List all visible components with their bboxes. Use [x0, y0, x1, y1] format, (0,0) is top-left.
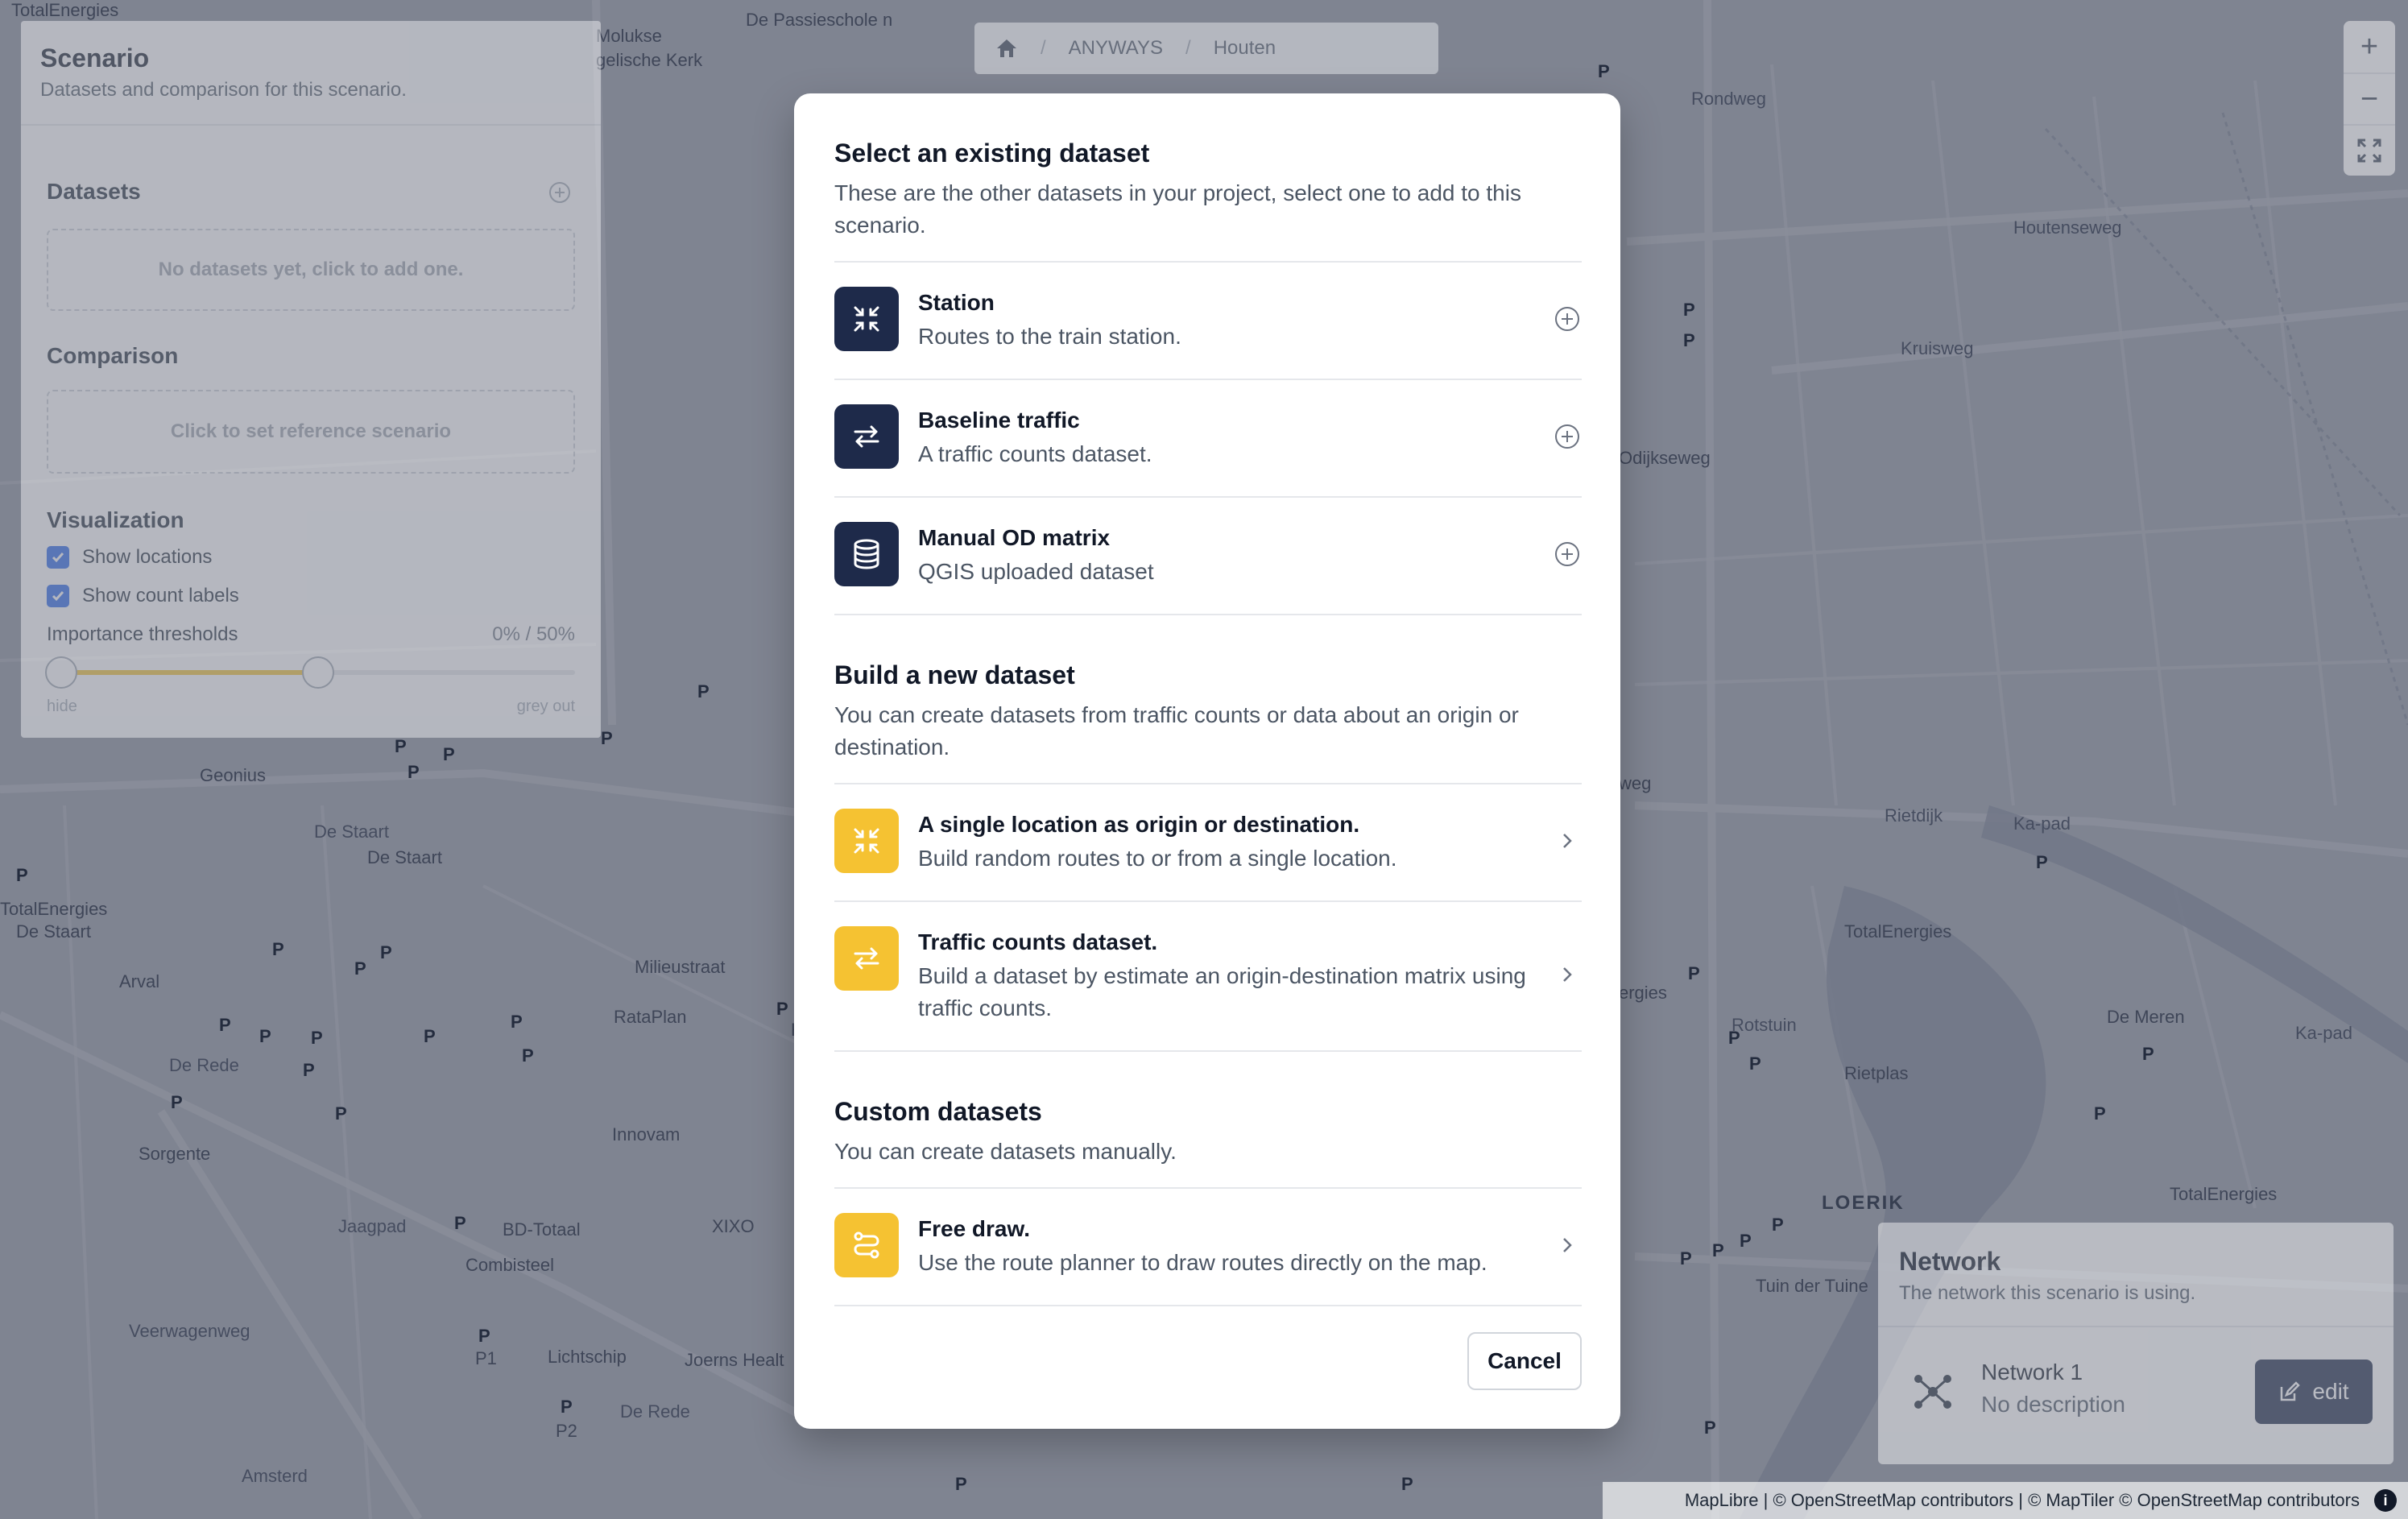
add-dataset-button[interactable]: [1553, 422, 1582, 451]
comparison-title: Comparison: [47, 343, 179, 368]
importance-slider-fill: [61, 670, 318, 675]
zoom-out-button[interactable]: −: [2344, 72, 2395, 124]
cancel-button[interactable]: Cancel: [1467, 1332, 1582, 1390]
edit-network-button[interactable]: edit: [2255, 1360, 2373, 1424]
divider: [21, 124, 601, 126]
network-graph-icon: [1914, 1375, 1951, 1409]
dataset-icon-tile: [834, 522, 899, 586]
option-description: Build a dataset by estimate an origin-de…: [918, 963, 1526, 1020]
scenario-panel: Scenario Datasets and comparison for thi…: [21, 21, 601, 738]
build-dataset-heading: Build a new dataset: [834, 660, 1075, 689]
custom-dataset-heading: Custom datasets: [834, 1097, 1042, 1126]
chevron-right-icon: [1553, 960, 1582, 989]
importance-slider-high-handle[interactable]: [302, 656, 334, 689]
option-title: Free draw.: [918, 1216, 1031, 1241]
option-icon-tile: [834, 926, 899, 991]
plus-circle-icon: [1555, 307, 1579, 331]
build-dataset-description: You can create datasets from traffic cou…: [834, 702, 1519, 760]
attribution-text[interactable]: MapLibre | © OpenStreetMap contributors …: [1685, 1490, 2360, 1511]
collapse-arrows-icon: [854, 306, 879, 332]
dataset-title: Baseline traffic: [918, 408, 1080, 433]
datasets-title: Datasets: [47, 179, 141, 204]
slider-min-label: hide: [47, 697, 77, 715]
route-icon: [854, 1231, 879, 1259]
build-option-traffic-counts[interactable]: Traffic counts dataset. Build a dataset …: [834, 900, 1582, 1050]
divider: [834, 1305, 1582, 1306]
network-subtitle: The network this scenario is using.: [1899, 1282, 2196, 1304]
divider: [1878, 1326, 2394, 1327]
datasets-empty-dropzone[interactable]: No datasets yet, click to add one.: [47, 229, 575, 311]
dataset-icon-tile: [834, 404, 899, 469]
option-title: Traffic counts dataset.: [918, 929, 1158, 954]
edit-icon: [2281, 1381, 2301, 1401]
swap-arrows-icon: [854, 947, 879, 970]
show-locations-label: Show locations: [82, 546, 213, 568]
home-icon[interactable]: [995, 38, 1018, 59]
dataset-description: Routes to the train station.: [918, 324, 1181, 349]
dataset-icon-tile: [834, 287, 899, 351]
breadcrumb-separator: /: [1185, 37, 1191, 59]
network-item-description: No description: [1981, 1392, 2125, 1417]
fullscreen-button[interactable]: [2344, 124, 2395, 176]
show-count-labels-row[interactable]: Show count labels: [47, 585, 239, 607]
dataset-description: QGIS uploaded dataset: [918, 559, 1154, 584]
add-dataset-button[interactable]: [1553, 540, 1582, 569]
info-icon[interactable]: i: [2374, 1489, 2397, 1512]
divider: [834, 1050, 1582, 1052]
database-icon: [854, 539, 879, 569]
dataset-description: A traffic counts dataset.: [918, 441, 1152, 466]
importance-slider-low-handle[interactable]: [45, 656, 77, 689]
comparison-reference-box[interactable]: Click to set reference scenario: [47, 390, 575, 474]
zoom-in-button[interactable]: +: [2344, 21, 2395, 72]
chevron-right-icon: [1553, 826, 1582, 855]
dataset-title: Manual OD matrix: [918, 525, 1111, 550]
existing-dataset-item-station[interactable]: Station Routes to the train station.: [834, 261, 1582, 379]
show-count-labels-label: Show count labels: [82, 585, 239, 606]
scenario-subtitle: Datasets and comparison for this scenari…: [40, 79, 407, 101]
option-title: A single location as origin or destinati…: [918, 812, 1360, 837]
option-icon-tile: [834, 809, 899, 873]
collapse-arrows-icon: [854, 828, 879, 854]
show-locations-row[interactable]: Show locations: [47, 546, 212, 569]
show-locations-checkbox[interactable]: [47, 546, 69, 569]
dataset-title: Station: [918, 290, 995, 315]
check-icon: [52, 553, 64, 563]
map-attribution: MapLibre | © OpenStreetMap contributors …: [1603, 1482, 2408, 1519]
importance-thresholds-value: 0% / 50%: [492, 623, 575, 645]
network-panel: Network The network this scenario is usi…: [1878, 1223, 2394, 1464]
custom-option-free-draw[interactable]: Free draw. Use the route planner to draw…: [834, 1187, 1582, 1305]
show-count-labels-checkbox[interactable]: [47, 585, 69, 607]
chevron-right-icon: [1553, 1231, 1582, 1260]
map-controls: + −: [2344, 21, 2395, 176]
breadcrumb-item-scenario[interactable]: Houten: [1214, 37, 1276, 60]
existing-dataset-item-baseline-traffic[interactable]: Baseline traffic A traffic counts datase…: [834, 379, 1582, 496]
option-icon-tile: [834, 1213, 899, 1277]
importance-thresholds-label: Importance thresholds: [47, 623, 238, 645]
network-item-title: Network 1: [1981, 1360, 2083, 1384]
plus-circle-icon: [1555, 542, 1579, 566]
fullscreen-icon: [2357, 139, 2381, 163]
plus-circle-icon: [1555, 424, 1579, 449]
network-title: Network: [1899, 1247, 2001, 1276]
breadcrumb-item-project[interactable]: ANYWAYS: [1069, 37, 1163, 60]
option-description: Build random routes to or from a single …: [918, 846, 1397, 871]
existing-dataset-heading: Select an existing dataset: [834, 139, 1150, 168]
build-option-single-location[interactable]: A single location as origin or destinati…: [834, 783, 1582, 900]
existing-dataset-item-manual-od-matrix[interactable]: Manual OD matrix QGIS uploaded dataset: [834, 496, 1582, 614]
add-dataset-modal: Select an existing dataset These are the…: [794, 93, 1620, 1429]
breadcrumb: / ANYWAYS / Houten: [974, 23, 1438, 74]
swap-arrows-icon: [854, 425, 879, 448]
edit-label: edit: [2312, 1379, 2349, 1404]
check-icon: [52, 591, 64, 602]
add-dataset-button[interactable]: [1553, 304, 1582, 333]
divider: [834, 614, 1582, 615]
scenario-title: Scenario: [40, 43, 150, 72]
add-dataset-icon[interactable]: [548, 180, 572, 205]
slider-max-label: grey out: [516, 697, 575, 715]
breadcrumb-separator: /: [1041, 37, 1046, 59]
custom-dataset-description: You can create datasets manually.: [834, 1139, 1177, 1164]
existing-dataset-description: These are the other datasets in your pro…: [834, 180, 1521, 238]
option-description: Use the route planner to draw routes dir…: [918, 1250, 1487, 1275]
visualization-title: Visualization: [47, 507, 184, 532]
